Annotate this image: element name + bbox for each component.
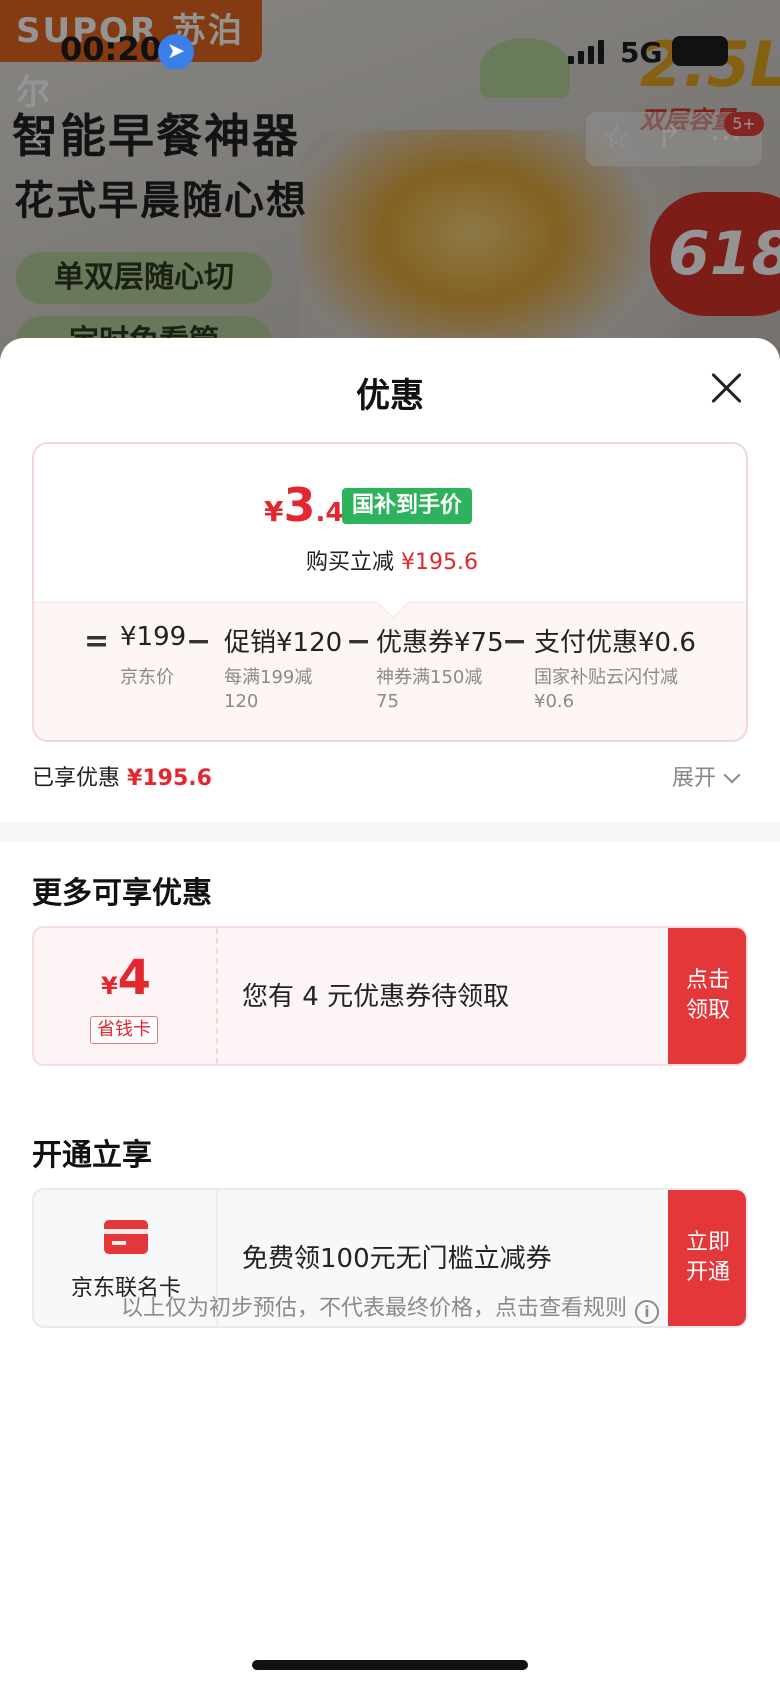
formula-operator: − xyxy=(502,624,528,659)
formula-operator: = xyxy=(84,624,110,659)
formula-amount: 支付优惠¥0.6 xyxy=(534,628,696,658)
formula-label: 国家补贴云闪付减¥0.6 xyxy=(534,667,678,712)
open-button-line1: 立即 xyxy=(685,1230,730,1255)
instant-discount-label: 购买立减 xyxy=(306,550,395,575)
saver-card-coupon[interactable]: ¥4 省钱卡 您有 4 元优惠券待领取 点击 领取 xyxy=(32,926,748,1066)
info-icon[interactable]: i xyxy=(635,1300,659,1324)
enjoyed-value: ¥195.6 xyxy=(127,766,212,791)
expand-button[interactable]: 展开 xyxy=(672,760,741,792)
formula-amount: 促销¥120 xyxy=(224,628,343,658)
final-price-area: ¥3.4 国补到手价 购买立减 ¥195.6 xyxy=(34,444,746,604)
claim-button-line1: 点击 xyxy=(685,968,730,993)
coupon-currency: ¥ xyxy=(100,972,118,1000)
coupon-description: 您有 4 元优惠券待领取 xyxy=(242,982,510,1012)
status-time: 00:20 xyxy=(60,30,162,68)
coupon-amount-number: 4 xyxy=(117,950,152,1006)
discount-sheet: 优惠 ¥3.4 国补到手价 购买立减 ¥195.6 = ¥199 京东价 − 促… xyxy=(0,338,780,1688)
open-button-line2: 开通 xyxy=(685,1260,730,1285)
credit-card-icon xyxy=(104,1220,148,1254)
open-benefits-title: 开通立享 xyxy=(32,1138,152,1173)
final-price-decimal: .4 xyxy=(315,498,344,528)
close-icon[interactable] xyxy=(706,368,746,408)
footnote-text: 以上仅为初步预估，不代表最终价格，点击查看规则 xyxy=(120,1296,627,1321)
formula-amount: ¥199 xyxy=(120,622,187,652)
formula-operator: − xyxy=(186,624,212,659)
formula-label: 京东价 xyxy=(120,667,174,688)
home-indicator[interactable] xyxy=(252,1660,528,1670)
formula-item-payment: 支付优惠¥0.6 国家补贴云闪付减¥0.6 xyxy=(534,622,696,712)
price-breakdown-card: ¥3.4 国补到手价 购买立减 ¥195.6 = ¥199 京东价 − 促销¥1… xyxy=(32,442,748,742)
signal-icon xyxy=(568,40,608,64)
status-bar: 00:20 ➤ 5G xyxy=(0,0,780,104)
price-rules-link[interactable]: 以上仅为初步预估，不代表最终价格，点击查看规则 i xyxy=(0,1290,780,1324)
instant-discount-line: 购买立减 ¥195.6 xyxy=(34,544,746,576)
final-price: ¥3.4 xyxy=(264,478,343,532)
formula-amount: 优惠券¥75 xyxy=(376,628,504,658)
claim-coupon-button[interactable]: 点击 领取 xyxy=(668,928,746,1064)
expand-label: 展开 xyxy=(672,766,717,791)
network-type: 5G xyxy=(620,36,663,69)
location-arrow-icon: ➤ xyxy=(158,34,194,70)
formula-label: 每满199减120 xyxy=(224,667,313,712)
section-divider xyxy=(0,822,780,842)
formula-item-jd-price: ¥199 京东价 xyxy=(120,622,187,688)
coupon-amount: ¥4 xyxy=(34,950,218,1006)
battery-icon xyxy=(672,36,728,66)
formula-item-promotion: 促销¥120 每满199减120 xyxy=(224,622,343,712)
more-discounts-title: 更多可享优惠 xyxy=(32,876,212,911)
gov-subsidy-tag: 国补到手价 xyxy=(342,488,473,524)
card-offer-description: 免费领100元无门槛立减券 xyxy=(242,1244,552,1274)
enjoyed-discount: 已享优惠 ¥195.6 xyxy=(32,760,212,792)
claim-button-line2: 领取 xyxy=(685,998,730,1023)
formula-item-coupon: 优惠券¥75 神券满150减75 xyxy=(376,622,504,712)
formula-label: 神券满150减75 xyxy=(376,667,483,712)
currency-symbol: ¥ xyxy=(264,495,284,528)
instant-discount-value: ¥195.6 xyxy=(401,550,478,575)
chevron-down-icon xyxy=(723,766,741,784)
enjoyed-label: 已享优惠 xyxy=(32,766,121,791)
formula-operator: − xyxy=(346,624,372,659)
sheet-title: 优惠 xyxy=(356,376,424,416)
saver-card-tag: 省钱卡 xyxy=(90,1016,158,1044)
final-price-integer: 3 xyxy=(283,478,316,532)
coupon-value-area: ¥4 省钱卡 xyxy=(34,928,218,1064)
